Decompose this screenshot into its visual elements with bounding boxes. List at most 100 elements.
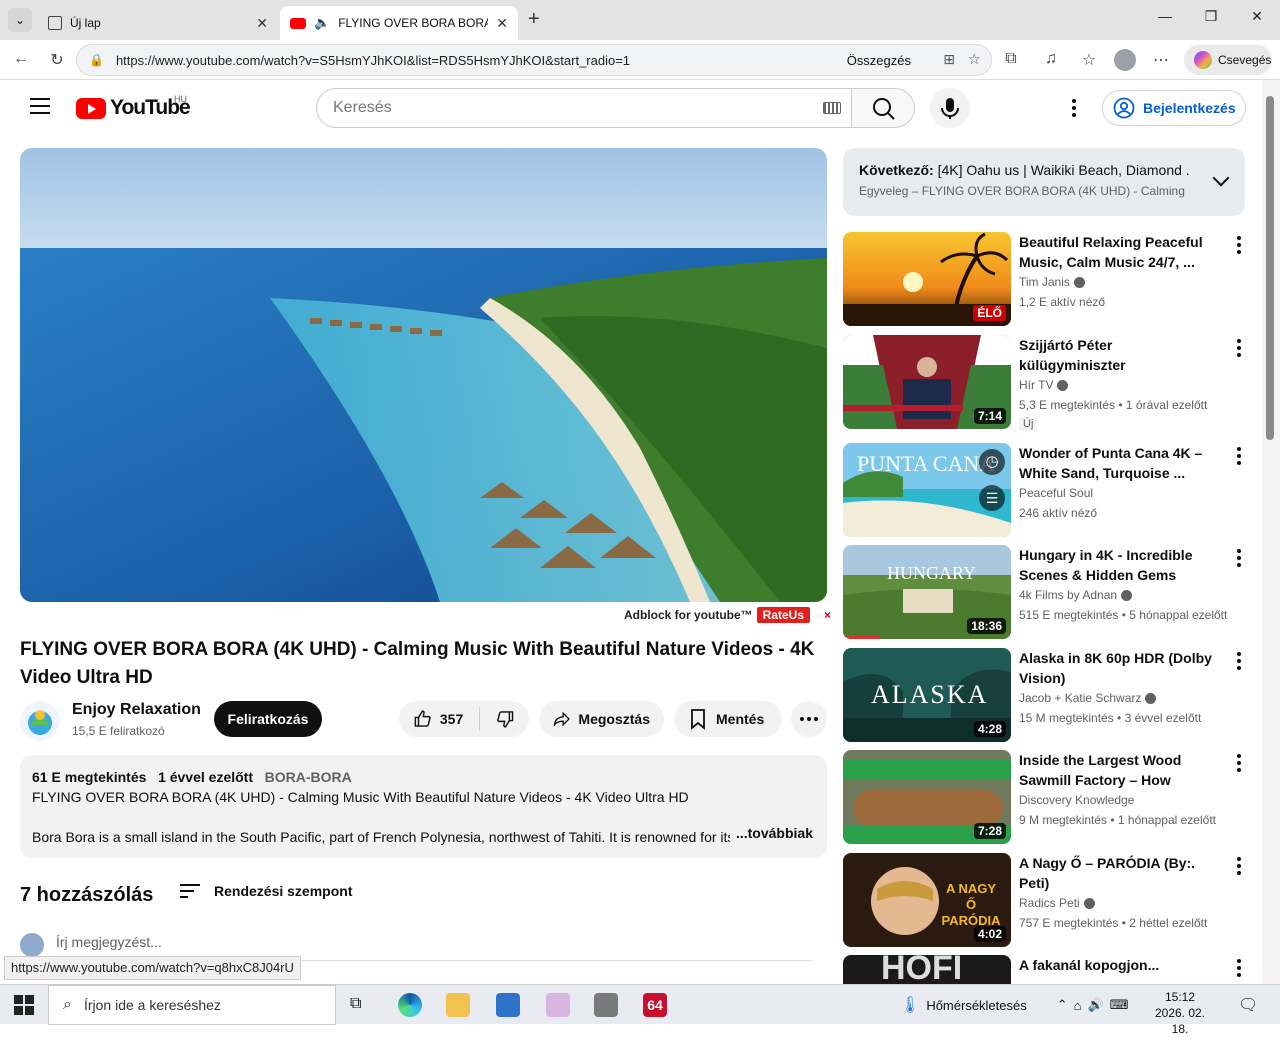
file-explorer-icon[interactable] [446, 993, 470, 1017]
video-thumbnail[interactable]: ÉLŐ [843, 232, 1011, 326]
video-thumbnail[interactable]: HUNGARY 18:36 [843, 545, 1011, 639]
recommendation-title[interactable]: Szijjártó Péter külügyminiszter sajtótáj… [1019, 335, 1219, 375]
like-count[interactable]: 357 [440, 711, 463, 727]
sort-comments-button[interactable]: Rendezési szempont [180, 883, 352, 899]
recommendation-channel[interactable]: Tim Janis [1019, 275, 1085, 289]
recommendation-channel[interactable]: Peaceful Soul [1019, 486, 1093, 500]
video-thumbnail[interactable]: 7:14 [843, 335, 1011, 429]
more-vertical-icon[interactable] [1237, 754, 1241, 772]
chevron-down-icon[interactable] [1212, 169, 1230, 187]
network-icon[interactable]: ⌂ [1074, 998, 1082, 1013]
language-icon[interactable]: ⌨ [1110, 997, 1129, 1013]
thumbs-up-icon[interactable] [413, 708, 432, 730]
recommendation-title[interactable]: Hungary in 4K - Incredible Scenes & Hidd… [1019, 545, 1219, 585]
profile-avatar[interactable] [1114, 49, 1136, 71]
signin-button[interactable]: Bejelentkezés [1102, 90, 1246, 126]
recommendation-title[interactable]: Wonder of Punta Cana 4K – White Sand, Tu… [1019, 443, 1219, 483]
more-vertical-icon[interactable] [1237, 857, 1241, 875]
keyboard-icon[interactable] [823, 102, 841, 114]
more-vertical-icon[interactable] [1237, 447, 1241, 465]
menu-hamburger-icon[interactable] [30, 98, 50, 114]
video-thumbnail[interactable]: 7:28 [843, 750, 1011, 844]
weather-text[interactable]: Hőmérsékletesés [926, 998, 1026, 1013]
recommendation-item[interactable]: 7:14 Szijjártó Péter külügyminiszter saj… [843, 335, 1245, 431]
recommendation-channel[interactable]: 4k Films by Adnan [1019, 588, 1133, 602]
settings-more-icon[interactable]: ⋯ [1150, 50, 1172, 70]
recommendation-item[interactable]: ALASKA 4:28 Alaska in 8K 60p HDR (Dolby … [843, 648, 1245, 744]
rate-us-button[interactable]: RateUs [756, 607, 811, 623]
description-box[interactable]: 61 E megtekintés 1 évvel ezelőtt BORA-BO… [20, 755, 827, 858]
more-vertical-icon[interactable] [1237, 236, 1241, 254]
video-thumbnail[interactable]: PUNTA CANA ◷ ☰ [843, 443, 1011, 537]
recommendation-item[interactable]: HOFI A fakanál kopogjon... [843, 955, 1245, 984]
channel-avatar[interactable] [20, 701, 60, 741]
video-player[interactable] [20, 148, 827, 602]
recommendation-item[interactable]: A NAGY Ő PARÓDIA 4:02 A Nagy Ő – PARÓDIA… [843, 853, 1245, 949]
video-thumbnail[interactable]: HOFI [843, 955, 1011, 984]
recommendation-title[interactable]: Beautiful Relaxing Peaceful Music, Calm … [1019, 232, 1219, 272]
refresh-icon[interactable]: ↻ [46, 50, 68, 70]
youtube-logo[interactable]: YouTube [76, 96, 191, 120]
show-more-link[interactable]: ...továbbiak [729, 823, 813, 843]
recommendation-item[interactable]: HUNGARY 18:36 Hungary in 4K - Incredible… [843, 545, 1245, 641]
summarize-button[interactable]: Összegzés [847, 53, 911, 68]
voice-search-button[interactable] [930, 88, 970, 128]
hashtag-link[interactable]: BORA-BORA [265, 769, 352, 785]
playlist-up-next-panel[interactable]: Következő: [4K] Oahu us | Waikiki Beach,… [843, 148, 1245, 216]
tab-list-button[interactable]: ⌄ [8, 8, 32, 32]
copilot-button[interactable]: Csevegés [1184, 45, 1272, 75]
volume-icon[interactable]: 🔊 [1088, 997, 1104, 1013]
subscribe-button[interactable]: Feliratkozás [214, 701, 322, 737]
recommendation-channel[interactable]: Radics Peti [1019, 896, 1095, 910]
hardware-tool-icon[interactable] [594, 993, 618, 1017]
watch-later-icon[interactable]: ◷ [979, 449, 1005, 475]
recommendation-title[interactable]: Inside the Largest Wood Sawmill Factory … [1019, 750, 1219, 790]
more-vertical-icon[interactable] [1237, 652, 1241, 670]
taskbar-search-input[interactable]: ⌕ Írjon ide a kereséshez [48, 985, 336, 1025]
task-view-icon[interactable]: ⧉ [350, 995, 361, 1013]
recommendation-channel[interactable]: Discovery Knowledge [1019, 793, 1134, 807]
video-thumbnail[interactable]: A NAGY Ő PARÓDIA 4:02 [843, 853, 1011, 947]
channel-name[interactable]: Enjoy Relaxation [72, 701, 201, 719]
recommendation-item[interactable]: 7:28 Inside the Largest Wood Sawmill Fac… [843, 750, 1245, 846]
recommendation-channel[interactable]: Jacob + Katie Schwarz [1019, 691, 1157, 705]
app-64-icon[interactable]: 64 [643, 993, 667, 1017]
share-button[interactable]: Megosztás [539, 701, 664, 737]
close-adblock-icon[interactable]: × [824, 608, 831, 622]
add-to-queue-icon[interactable]: ☰ [979, 485, 1005, 511]
back-arrow-icon[interactable]: ← [10, 50, 32, 68]
edge-browser-icon[interactable] [398, 993, 422, 1017]
more-vertical-icon[interactable] [1237, 959, 1241, 977]
tab-new-tab[interactable]: Új lap ✕ [38, 6, 278, 40]
windows-start-icon[interactable] [14, 995, 34, 1020]
search-input[interactable]: Keresés [316, 88, 852, 128]
close-tab-icon[interactable]: ✕ [496, 15, 508, 32]
notifications-icon[interactable]: 🗨 [1238, 995, 1258, 1015]
recommendation-title[interactable]: A Nagy Ő – PARÓDIA (By:. Peti) [1019, 853, 1219, 893]
split-screen-icon[interactable]: ⊞ [943, 51, 955, 68]
more-vertical-icon[interactable] [1237, 339, 1241, 357]
recommendation-item[interactable]: ÉLŐ Beautiful Relaxing Peaceful Music, C… [843, 232, 1245, 328]
recommendation-title[interactable]: Alaska in 8K 60p HDR (Dolby Vision) [1019, 648, 1219, 688]
more-actions-button[interactable] [791, 701, 827, 737]
speaker-icon[interactable]: 🔈 [314, 15, 330, 31]
maximize-icon[interactable]: ❐ [1188, 8, 1234, 32]
recommendation-title[interactable]: A fakanál kopogjon... [1019, 955, 1219, 975]
favorites-icon[interactable]: ☆ [1078, 50, 1100, 70]
paint-icon[interactable] [546, 993, 570, 1017]
address-bar[interactable]: 🔒 https://www.youtube.com/watch?v=S5HsmY… [76, 44, 992, 76]
scrollbar-thumb[interactable] [1266, 96, 1274, 440]
recommendation-item[interactable]: PUNTA CANA ◷ ☰ Wonder of Punta Cana 4K –… [843, 443, 1245, 539]
outlook-icon[interactable] [496, 993, 520, 1017]
page-scrollbar[interactable] [1262, 80, 1280, 984]
close-window-icon[interactable]: ✕ [1234, 8, 1280, 32]
media-control-icon[interactable]: ♫ [1040, 50, 1062, 68]
show-hidden-icons-icon[interactable]: ⌃ [1057, 997, 1068, 1013]
close-tab-icon[interactable]: ✕ [256, 15, 268, 32]
clock[interactable]: 15:12 2026. 02. 18. [1150, 989, 1210, 1037]
recommendation-channel[interactable]: Hír TV [1019, 378, 1069, 392]
save-button[interactable]: Mentés [674, 701, 782, 737]
new-tab-plus-icon[interactable]: + [528, 8, 540, 31]
video-thumbnail[interactable]: ALASKA 4:28 [843, 648, 1011, 742]
minimize-icon[interactable]: — [1142, 8, 1188, 32]
